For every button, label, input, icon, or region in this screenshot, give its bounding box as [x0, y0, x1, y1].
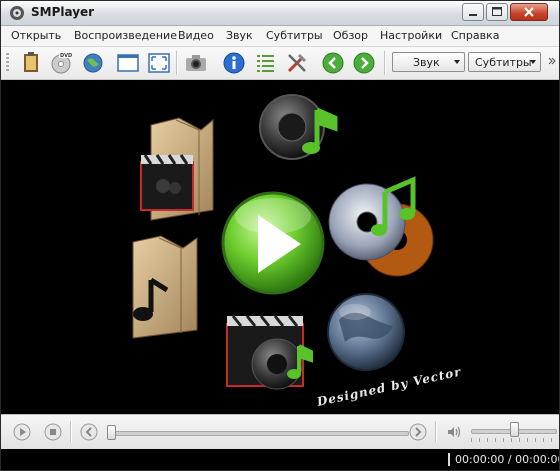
chevron-down-icon — [530, 60, 536, 64]
controls-separator — [70, 421, 71, 443]
music-folder-icon — [132, 235, 198, 339]
toolbar-overflow-icon[interactable] — [548, 57, 556, 69]
volume-handle[interactable] — [510, 422, 519, 437]
window-title: SMPlayer — [31, 5, 95, 19]
menu-browse[interactable]: Обзор — [333, 29, 368, 42]
smplayer-window: SMPlayer Открыть Воспроизведение Видео З… — [0, 0, 560, 471]
menu-audio[interactable]: Звук — [226, 29, 253, 42]
subtitle-track-combo[interactable]: Субтитры — [468, 52, 541, 72]
preferences-icon[interactable] — [285, 51, 309, 75]
status-separator — [448, 453, 450, 466]
audio-track-label: Звук — [413, 56, 440, 69]
close-button[interactable] — [510, 3, 548, 21]
subtitle-track-label: Субтитры — [475, 56, 532, 69]
menu-help[interactable]: Справка — [451, 29, 499, 42]
status-bar: 00:00:00 / 00:00:00 — [1, 449, 559, 470]
volume-icon[interactable] — [445, 423, 463, 441]
control-bar — [1, 414, 559, 450]
close-icon — [524, 7, 534, 17]
open-dvd-icon[interactable]: DVD — [49, 51, 73, 75]
stop-icon[interactable] — [44, 423, 62, 441]
toolbar: DVD Звук Субтитры — [1, 47, 559, 80]
forward-icon[interactable] — [409, 423, 427, 441]
globe-icon — [327, 293, 405, 371]
toolbar-separator — [176, 51, 177, 75]
compact-mode-icon[interactable] — [116, 51, 140, 75]
menu-playback[interactable]: Воспроизведение — [74, 29, 177, 42]
video-folder-icon — [140, 117, 214, 221]
minimize-icon — [469, 14, 477, 16]
video-player-icon — [226, 315, 313, 390]
chevron-down-icon — [454, 60, 460, 64]
svg-text:DVD: DVD — [60, 53, 72, 59]
open-url-icon[interactable] — [81, 51, 105, 75]
screenshot-icon[interactable] — [184, 51, 208, 75]
forward-icon[interactable] — [352, 51, 376, 75]
playlist-icon[interactable] — [253, 51, 277, 75]
menu-options[interactable]: Настройки — [380, 29, 442, 42]
video-area[interactable]: Designed by Vector — [1, 80, 559, 414]
minimize-button[interactable] — [462, 3, 484, 21]
volume-ticks — [471, 438, 555, 442]
audio-track-combo[interactable]: Звук — [392, 52, 465, 72]
menu-video[interactable]: Видео — [178, 29, 214, 42]
toolbar-grip[interactable] — [6, 53, 9, 73]
maximize-icon — [492, 7, 502, 16]
controls-separator — [435, 421, 436, 443]
smplayer-logo-artwork: Designed by Vector — [132, 94, 464, 409]
audio-speaker-icon — [259, 94, 338, 160]
toolbar-separator — [384, 51, 385, 75]
play-icon[interactable] — [13, 423, 31, 441]
open-file-icon[interactable] — [19, 51, 43, 75]
menu-open[interactable]: Открыть — [11, 29, 61, 42]
info-icon[interactable] — [222, 51, 246, 75]
seek-bar[interactable] — [107, 431, 409, 436]
back-icon[interactable] — [321, 51, 345, 75]
play-button-artwork — [221, 191, 325, 295]
menu-subtitles[interactable]: Субтитры — [266, 29, 323, 42]
title-bar[interactable]: SMPlayer — [1, 1, 559, 26]
smplayer-app-icon[interactable] — [9, 5, 25, 21]
music-disc-icon — [328, 176, 434, 277]
rewind-icon[interactable] — [80, 423, 98, 441]
designer-credit: Designed by Vector — [315, 364, 464, 409]
menu-bar: Открыть Воспроизведение Видео Звук Субти… — [1, 26, 559, 47]
time-display: 00:00:00 / 00:00:00 — [455, 453, 560, 466]
maximize-button[interactable] — [486, 3, 508, 21]
seek-handle[interactable] — [107, 425, 116, 440]
fullscreen-icon[interactable] — [147, 51, 171, 75]
